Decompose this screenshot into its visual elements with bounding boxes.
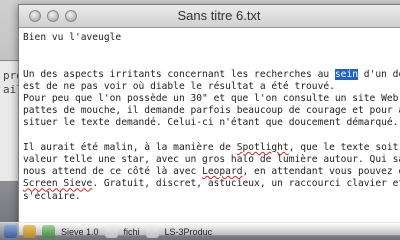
doc-line-title: Bien vu l'aveugle	[23, 32, 122, 43]
doc-p2-start: Il aurait été malin, à la manière de	[23, 141, 237, 153]
dock-item-label[interactable]: LS-3Produc	[165, 227, 213, 237]
doc-p1-line2: est de ne pas voir où diable le résultat…	[23, 80, 335, 92]
dock-document-icon[interactable]	[145, 225, 159, 238]
dock-document-icon[interactable]	[104, 225, 118, 238]
spellcheck-word-leopard: Leopard	[202, 166, 243, 178]
dock: Sieve 1.0 fichi LS-3Produc	[0, 222, 400, 240]
document-text-area[interactable]: Bien vu l'aveugle Un des aspects irritan…	[19, 28, 400, 235]
doc-p2-line3a: nous attend de ce côté là avec	[23, 166, 203, 178]
doc-p2-line4: . Gratuit, discret, astucieux, un raccou…	[92, 178, 400, 190]
doc-p1-start: Un des aspects irritants concernant les …	[23, 68, 335, 80]
dock-app-icon[interactable]	[23, 225, 36, 238]
doc-p1-line3: Pour peu que l'on possède un 30" et que …	[23, 93, 400, 105]
spellcheck-word-spotlight: Spotlight	[236, 141, 289, 153]
window-title: Sans titre 6.txt	[177, 8, 261, 23]
doc-p1-end: d'un documen	[363, 68, 400, 80]
doc-p2-end: , que le texte soit mise	[288, 141, 399, 153]
dock-app-icon[interactable]	[4, 225, 17, 238]
doc-p1-line5: situer le texte demandé. Celui-ci n'étan…	[23, 117, 399, 129]
doc-p2-line5: s'éclaire.	[23, 190, 81, 202]
selected-search-match: sein	[332, 66, 361, 82]
text-editor-window[interactable]: Sans titre 6.txt Bien vu l'aveugle Un de…	[18, 4, 400, 236]
doc-p2-line3b: , en attendant vous pouvez essaye	[242, 166, 400, 178]
doc-p2-line2: valeur telle une star, avec un gros halo…	[23, 154, 400, 166]
dock-app-icon[interactable]	[42, 225, 55, 238]
title-bar[interactable]: Sans titre 6.txt	[19, 5, 400, 28]
dock-item-label[interactable]: fichi	[124, 227, 140, 237]
dock-item-label[interactable]: Sieve 1.0	[61, 227, 99, 237]
doc-p1-line4: pattes de mouche, il demande parfois bea…	[23, 105, 400, 117]
spellcheck-word-screen-sieve: Screen Sieve	[23, 178, 93, 190]
